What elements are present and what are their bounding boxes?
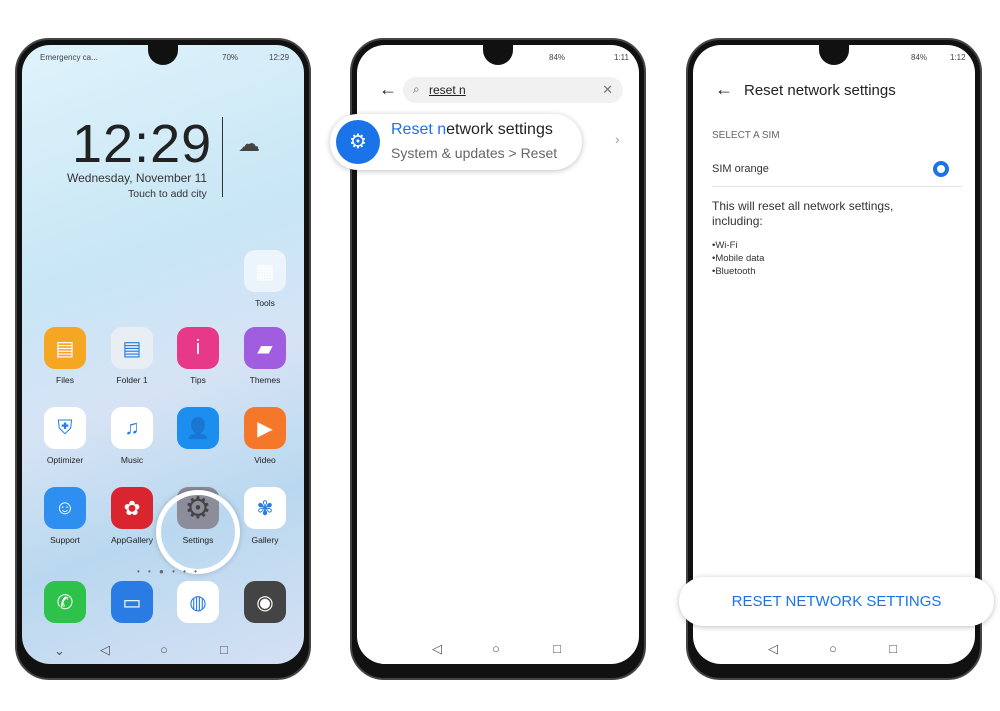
app-label: Video — [254, 455, 276, 465]
browser-icon: ◍ — [177, 581, 219, 623]
shield-icon: ⛨ — [44, 407, 86, 449]
battery-percent: 84% — [549, 53, 566, 62]
app-video[interactable]: ▶ Video — [235, 407, 295, 465]
app-tips[interactable]: i Tips — [168, 327, 228, 385]
brush-icon: ▰ — [244, 327, 286, 369]
status-time: 1:12 — [950, 53, 966, 62]
app-label: Tools — [255, 298, 275, 308]
dock-message[interactable]: ▭ — [102, 581, 162, 629]
chevron-right-icon: › — [615, 131, 620, 147]
app-label: Themes — [249, 375, 281, 385]
section-header: SELECT A SIM — [712, 130, 780, 141]
phone-settings-icon: ⚙ — [336, 120, 380, 164]
message-icon: ▭ — [111, 581, 153, 623]
result-path: System & updates > Reset — [391, 145, 558, 161]
date: Wednesday, November 11 — [67, 171, 208, 185]
back-button[interactable]: ◁ — [768, 641, 778, 657]
app-music[interactable]: ♫ Music — [102, 407, 162, 465]
app-label: Support — [50, 535, 80, 545]
clear-icon[interactable]: ✕ — [602, 82, 613, 98]
contacts-icon: 👤 — [177, 407, 219, 449]
home-button[interactable]: ○ — [160, 642, 168, 657]
dock-phone[interactable]: ✆ — [35, 581, 95, 629]
play-icon: ▶ — [244, 407, 286, 449]
app-label: Tips — [190, 375, 206, 385]
tips-icon: i — [177, 327, 219, 369]
app-optimizer[interactable]: ⛨ Optimizer — [35, 407, 95, 465]
app-files[interactable]: ▤ Files — [35, 327, 95, 385]
app-label: Optimizer — [46, 455, 84, 465]
music-icon: ♫ — [111, 407, 153, 449]
recents-button[interactable]: □ — [220, 642, 228, 657]
add-city-link[interactable]: Touch to add city — [128, 188, 207, 200]
description: This will reset all network settings, in… — [712, 199, 894, 228]
bullet-list: •Wi-Fi •Mobile data •Bluetooth — [712, 239, 764, 278]
flower-icon: ✾ — [244, 487, 286, 529]
app-label: Music — [120, 455, 144, 465]
dock-camera[interactable]: ◉ — [235, 581, 295, 629]
back-button[interactable]: ◁ — [432, 641, 442, 657]
status-left: Emergency ca... — [40, 53, 98, 62]
app-label: AppGallery — [110, 535, 154, 545]
status-time: 1:11 — [614, 53, 629, 62]
reset-network-screen: 84% 1:12 ← Reset network settings SELECT… — [693, 45, 975, 664]
folder-icon: ▤ — [44, 327, 86, 369]
search-icon: ⌕ — [413, 82, 420, 96]
page-indicator[interactable]: • • ● • • • — [137, 567, 200, 576]
search-result-reset-network[interactable]: ⚙ Reset network settings System & update… — [330, 114, 582, 170]
support-icon: ☺ — [44, 487, 86, 529]
back-arrow-icon[interactable]: ← — [715, 79, 733, 100]
app-support[interactable]: ☺ Support — [35, 487, 95, 545]
tools-folder-icon: ▦ — [244, 250, 286, 292]
settings-highlight-ring — [156, 490, 240, 574]
page-title: Reset network settings — [744, 82, 896, 99]
home-button[interactable]: ○ — [829, 641, 837, 656]
divider — [712, 186, 962, 187]
weather-icon[interactable]: ☁ — [238, 131, 260, 157]
home-button[interactable]: ○ — [492, 641, 500, 656]
back-arrow-icon[interactable]: ← — [379, 79, 397, 100]
bullet-item: •Mobile data — [712, 253, 765, 264]
bullet-item: •Bluetooth — [712, 266, 756, 277]
search-value: reset n — [429, 83, 466, 97]
result-title: Reset network settings — [391, 121, 553, 139]
sim-radio-selected[interactable] — [933, 161, 949, 177]
battery-percent: 84% — [911, 53, 928, 62]
app-label: Files — [56, 375, 74, 385]
status-time: 12:29 — [269, 53, 290, 62]
bullet-item: •Wi-Fi — [712, 240, 738, 251]
recents-button[interactable]: □ — [553, 641, 561, 656]
camera-icon: ◉ — [244, 581, 286, 623]
clock-divider — [222, 117, 223, 197]
battery-percent: 70% — [222, 53, 239, 62]
sim-label[interactable]: SIM orange — [712, 163, 769, 175]
app-label: Folder 1 — [116, 375, 148, 385]
reset-network-settings-button[interactable]: RESET NETWORK SETTINGS — [679, 577, 994, 626]
dock-browser[interactable]: ◍ — [168, 581, 228, 629]
camera-notch — [819, 45, 849, 65]
folder-tools[interactable]: ▦ Tools — [235, 250, 295, 308]
huawei-icon: ✿ — [111, 487, 153, 529]
app-contacts[interactable]: 👤 — [168, 407, 228, 455]
recents-button[interactable]: □ — [889, 641, 897, 656]
match-text: Reset n — [391, 121, 447, 138]
camera-notch — [148, 45, 178, 65]
app-gallery[interactable]: ✾ Gallery — [235, 487, 295, 545]
app-themes[interactable]: ▰ Themes — [235, 327, 295, 385]
app-appgallery[interactable]: ✿ AppGallery — [102, 487, 162, 545]
back-button[interactable]: ◁ — [100, 642, 110, 658]
collapse-icon[interactable]: ⌄ — [54, 643, 65, 659]
phone-home-screen: Emergency ca... 70% 12:29 12:29 ☁ Wednes… — [15, 38, 311, 680]
home-screen: Emergency ca... 70% 12:29 12:29 ☁ Wednes… — [22, 45, 304, 664]
clock: 12:29 — [72, 114, 213, 174]
app-label: Gallery — [251, 535, 279, 545]
app-folder-1[interactable]: ▤ Folder 1 — [102, 327, 162, 385]
camera-notch — [483, 45, 513, 65]
folder-icon: ▤ — [111, 327, 153, 369]
phone-icon: ✆ — [44, 581, 86, 623]
rest-text: etwork settings — [446, 121, 553, 138]
search-input[interactable]: ⌕ reset n ✕ — [403, 77, 623, 103]
